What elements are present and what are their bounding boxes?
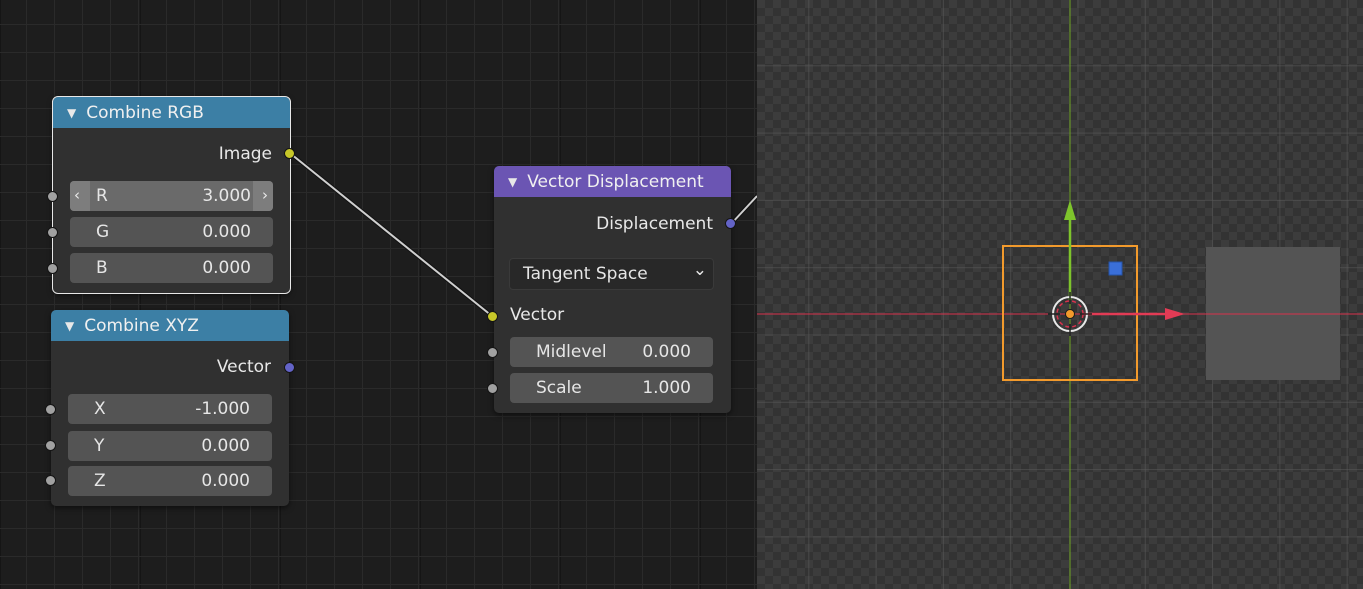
triangle-down-icon[interactable]: ▼ [65,319,74,333]
triangle-down-icon[interactable]: ▼ [508,175,517,189]
field-midlevel[interactable]: Midlevel 0.000 [510,337,713,367]
dropdown-value: Tangent Space [523,264,648,284]
triangle-down-icon[interactable]: ▼ [67,106,76,120]
node-vector-displacement[interactable]: ▼ Vector Displacement Displacement Tange… [487,166,736,413]
node-combine-rgb[interactable]: ▼ Combine RGB Image ‹ R 3.000 › G 0.000 … [47,96,295,294]
socket-scale-input[interactable] [487,383,498,394]
socket-z-input[interactable] [45,475,56,486]
field-scale[interactable]: Scale 1.000 [510,373,713,403]
link-image-to-vector [289,152,494,318]
output-displacement-label: Displacement [596,214,713,234]
field-value: 3.000 [202,186,251,206]
output-vector-label: Vector [216,357,271,377]
field-x[interactable]: X -1.000 [68,394,272,424]
node-header[interactable]: ▼ Combine XYZ [51,310,289,341]
space-dropdown[interactable]: Tangent Space ⌄ [509,258,714,290]
viewport-overlay [757,0,1363,589]
socket-x-input[interactable] [45,404,56,415]
field-label: Scale [536,378,582,398]
node-header[interactable]: ▼ Combine RGB [53,97,290,128]
chevron-left-icon[interactable]: ‹ [74,186,80,204]
socket-vector-input[interactable] [487,311,498,322]
node-combine-xyz[interactable]: ▼ Combine XYZ Vector X -1.000 Y 0.000 Z … [45,310,295,506]
field-y[interactable]: Y 0.000 [68,431,272,461]
node-header[interactable]: ▼ Vector Displacement [494,166,731,197]
node-editor[interactable]: ▼ Combine RGB Image ‹ R 3.000 › G 0.000 … [0,0,757,589]
socket-midlevel-input[interactable] [487,347,498,358]
socket-displacement-output[interactable] [725,218,736,229]
socket-r-input[interactable] [47,191,58,202]
field-label: X [94,399,106,419]
socket-vector-output[interactable] [284,362,295,373]
socket-y-input[interactable] [45,440,56,451]
field-label: Midlevel [536,342,607,362]
field-b[interactable]: B 0.000 [70,253,273,283]
node-title: Combine RGB [86,102,204,123]
field-r[interactable]: ‹ R 3.000 › [70,181,273,211]
field-g[interactable]: G 0.000 [70,217,273,247]
gizmo-plane-handle [1108,261,1123,276]
node-title: Combine XYZ [84,315,199,336]
field-value: 0.000 [201,471,250,491]
field-label: B [96,258,108,278]
vector-input-label: Vector [510,305,565,325]
field-label: Z [94,471,106,491]
field-z[interactable]: Z 0.000 [68,466,272,496]
field-value: 0.000 [642,342,691,362]
output-image-label: Image [218,144,272,164]
field-value: 1.000 [642,378,691,398]
3d-viewport[interactable] [757,0,1363,589]
field-value: 0.000 [201,436,250,456]
socket-g-input[interactable] [47,227,58,238]
node-title: Vector Displacement [527,171,704,192]
chevron-right-icon[interactable]: › [262,186,268,204]
field-value: 0.000 [202,258,251,278]
socket-image-output[interactable] [284,148,295,159]
field-value: -1.000 [195,399,250,419]
chevron-down-icon: ⌄ [692,260,707,280]
field-label: Y [94,436,105,456]
socket-b-input[interactable] [47,263,58,274]
field-label: G [96,222,110,242]
object-origin [1065,309,1075,319]
field-label: R [96,186,108,206]
field-value: 0.000 [202,222,251,242]
